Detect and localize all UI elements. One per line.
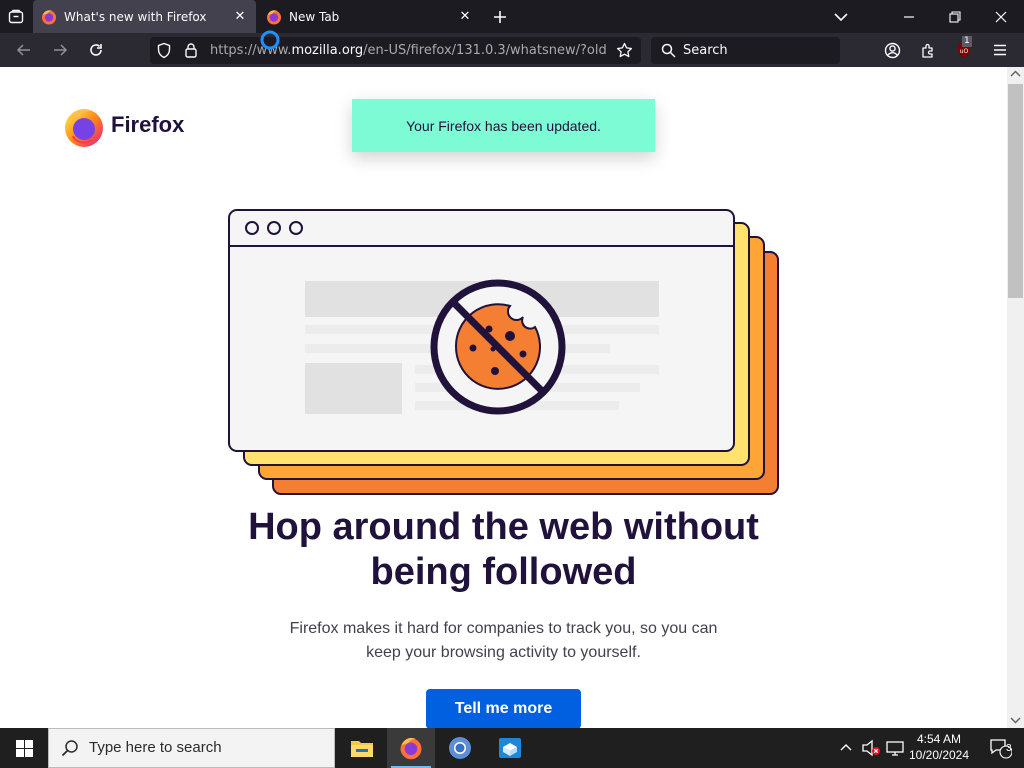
scrollbar-thumb[interactable] xyxy=(1008,84,1023,298)
plus-icon xyxy=(494,10,506,23)
scroll-up-icon[interactable] xyxy=(1010,70,1021,78)
url-bar[interactable]: https://www.mozilla.org/en-US/firefox/13… xyxy=(150,37,641,64)
clock-date: 10/20/2024 xyxy=(908,748,970,762)
firefox-view-button[interactable] xyxy=(4,0,28,33)
close-window-button[interactable] xyxy=(978,0,1024,33)
firefox-icon xyxy=(267,9,281,24)
scroll-down-icon[interactable] xyxy=(1010,716,1021,724)
page-content: Firefox Your Firefox has been updated. H… xyxy=(0,67,1007,728)
windows-logo-icon xyxy=(15,739,33,757)
restore-button[interactable] xyxy=(932,0,978,33)
brand-wordmark: Firefox xyxy=(111,112,185,137)
tab-whats-new[interactable]: What's new with Firefox ✕ xyxy=(33,0,256,33)
svg-text:uO: uO xyxy=(960,48,969,55)
taskbar-chromium[interactable] xyxy=(436,728,484,768)
tracking-protection-illustration xyxy=(228,209,779,495)
reload-button[interactable] xyxy=(82,33,110,67)
taskbar-app-installer[interactable] xyxy=(486,728,534,768)
restore-icon xyxy=(949,10,961,23)
star-icon[interactable] xyxy=(616,42,633,59)
new-tab-button[interactable] xyxy=(486,0,514,33)
page-subtext-line: keep your browsing activity to yourself. xyxy=(366,644,641,661)
update-notice: Your Firefox has been updated. xyxy=(352,99,655,152)
search-icon xyxy=(61,740,78,757)
account-button[interactable] xyxy=(878,33,906,67)
volume-muted-icon[interactable] xyxy=(861,739,881,757)
chevron-up-icon[interactable] xyxy=(839,741,853,753)
page-heading-line: Hop around the web without xyxy=(248,506,759,548)
extensions-button[interactable] xyxy=(914,33,942,67)
url-domain: mozilla.org xyxy=(291,43,364,58)
folder-icon xyxy=(351,741,373,757)
page-subtext: Firefox makes it hard for companies to t… xyxy=(250,617,757,665)
firefox-logo-icon xyxy=(65,109,103,147)
tab-title: New Tab xyxy=(289,9,340,24)
network-icon[interactable] xyxy=(885,739,905,757)
hamburger-menu-icon xyxy=(994,44,1006,56)
taskbar-file-explorer[interactable] xyxy=(338,728,386,768)
chevron-down-icon xyxy=(834,12,848,21)
taskbar-clock[interactable]: 4:54 AM 10/20/2024 xyxy=(906,731,972,763)
update-notice-text: Your Firefox has been updated. xyxy=(406,117,601,134)
tell-me-more-button[interactable]: Tell me more xyxy=(426,689,581,728)
puzzle-icon xyxy=(921,43,933,58)
search-input[interactable]: Search xyxy=(651,37,840,64)
close-icon xyxy=(995,11,1007,22)
start-button[interactable] xyxy=(0,728,48,768)
notification-count: 3 xyxy=(1006,743,1012,754)
firefox-icon xyxy=(400,737,422,760)
clock-time: 4:54 AM xyxy=(916,732,962,746)
page-heading-line: being followed xyxy=(370,551,637,593)
package-box-icon xyxy=(499,738,521,758)
list-all-tabs-button[interactable] xyxy=(828,0,854,33)
shield-icon[interactable] xyxy=(156,42,172,59)
loading-cursor-icon xyxy=(260,30,280,50)
tab-title: What's new with Firefox xyxy=(64,9,207,24)
firefox-view-icon xyxy=(8,9,24,23)
menu-button[interactable] xyxy=(986,33,1014,67)
url-path: /en-US/firefox/131.0.3/whatsnew/?oldvers xyxy=(363,43,607,58)
minimize-button[interactable] xyxy=(886,0,932,33)
forward-arrow-icon xyxy=(54,44,68,56)
action-center-button[interactable]: 3 xyxy=(976,728,1024,768)
back-arrow-icon xyxy=(16,44,30,56)
firefox-icon xyxy=(42,9,56,24)
forward-button[interactable] xyxy=(46,33,74,67)
page-subtext-line: Firefox makes it hard for companies to t… xyxy=(289,620,718,637)
taskbar-search-box[interactable]: Type here to search xyxy=(48,728,335,768)
close-icon[interactable]: ✕ xyxy=(455,9,475,24)
back-button[interactable] xyxy=(10,33,38,67)
page-heading: Hop around the web without being followe… xyxy=(150,505,857,595)
account-icon xyxy=(884,42,900,58)
taskbar-firefox[interactable] xyxy=(387,728,435,768)
search-icon xyxy=(661,43,676,58)
reload-icon xyxy=(90,44,102,56)
extension-badge: 1 xyxy=(962,36,972,47)
ublock-origin-button[interactable]: uO 1 xyxy=(950,33,978,67)
taskbar-search-placeholder: Type here to search xyxy=(89,739,222,756)
search-placeholder: Search xyxy=(683,43,728,58)
chromium-icon xyxy=(449,737,471,759)
minimize-icon xyxy=(904,15,914,18)
lock-icon[interactable] xyxy=(184,42,198,59)
close-icon[interactable]: ✕ xyxy=(230,9,250,24)
tab-new-tab[interactable]: New Tab ✕ xyxy=(258,0,481,33)
